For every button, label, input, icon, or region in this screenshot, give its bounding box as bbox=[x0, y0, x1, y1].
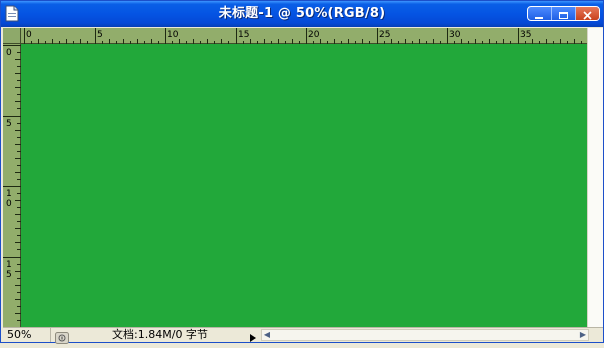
vertical-ruler[interactable]: 051015 bbox=[3, 44, 21, 327]
close-icon bbox=[583, 11, 592, 20]
close-button[interactable] bbox=[576, 7, 599, 20]
maximize-button[interactable] bbox=[552, 7, 576, 20]
minimize-button[interactable] bbox=[528, 7, 552, 20]
info-icon[interactable] bbox=[55, 329, 69, 344]
canvas-margin bbox=[587, 28, 603, 327]
horizontal-ruler[interactable]: 0 5 10 15 20 25 30 35 bbox=[21, 28, 587, 44]
title-bar[interactable]: 未标题-1 @ 50%(RGB/8) bbox=[1, 1, 603, 27]
ruler-label: 35 bbox=[520, 30, 531, 40]
zoom-level-field[interactable]: 50% bbox=[3, 328, 51, 342]
ruler-label: 1 bbox=[6, 260, 12, 270]
ruler-label: 25 bbox=[379, 30, 390, 40]
ruler-label: 15 bbox=[238, 30, 249, 40]
document-size-info: 文档:1.84M/0 字节 bbox=[112, 328, 208, 341]
window-title: 未标题-1 @ 50%(RGB/8) bbox=[218, 6, 386, 21]
status-bar: 50% 文档:1.84M/0 字节 ◀ ▶ bbox=[3, 327, 603, 344]
ruler-origin[interactable] bbox=[3, 28, 21, 44]
ruler-label: 5 bbox=[97, 30, 103, 40]
scroll-right-icon[interactable]: ▶ bbox=[578, 330, 588, 340]
status-menu-arrow-icon[interactable] bbox=[247, 329, 259, 342]
vertical-ruler-ticks: 051015 bbox=[3, 45, 21, 321]
ruler-label: 30 bbox=[449, 30, 461, 40]
scroll-left-icon[interactable]: ◀ bbox=[262, 330, 272, 340]
window-controls bbox=[527, 6, 600, 21]
ruler-label: 5 bbox=[6, 270, 12, 280]
ruler-label: 10 bbox=[167, 30, 179, 40]
ruler-label: 0 bbox=[6, 199, 12, 209]
ruler-label: 0 bbox=[6, 48, 12, 58]
horizontal-scrollbar[interactable]: ◀ ▶ bbox=[261, 329, 589, 341]
document-window: 未标题-1 @ 50%(RGB/8) 05101520253035 bbox=[0, 0, 604, 344]
ruler-label: 5 bbox=[6, 119, 12, 129]
horizontal-ruler-ticks: 0 5 10 15 20 25 30 35 bbox=[24, 28, 582, 44]
ruler-label: 0 bbox=[26, 30, 32, 40]
maximize-icon bbox=[559, 12, 568, 19]
ruler-label: 20 bbox=[308, 30, 320, 40]
image-canvas[interactable] bbox=[21, 44, 587, 327]
minimize-icon bbox=[535, 17, 543, 19]
ruler-label: 1 bbox=[6, 189, 12, 199]
